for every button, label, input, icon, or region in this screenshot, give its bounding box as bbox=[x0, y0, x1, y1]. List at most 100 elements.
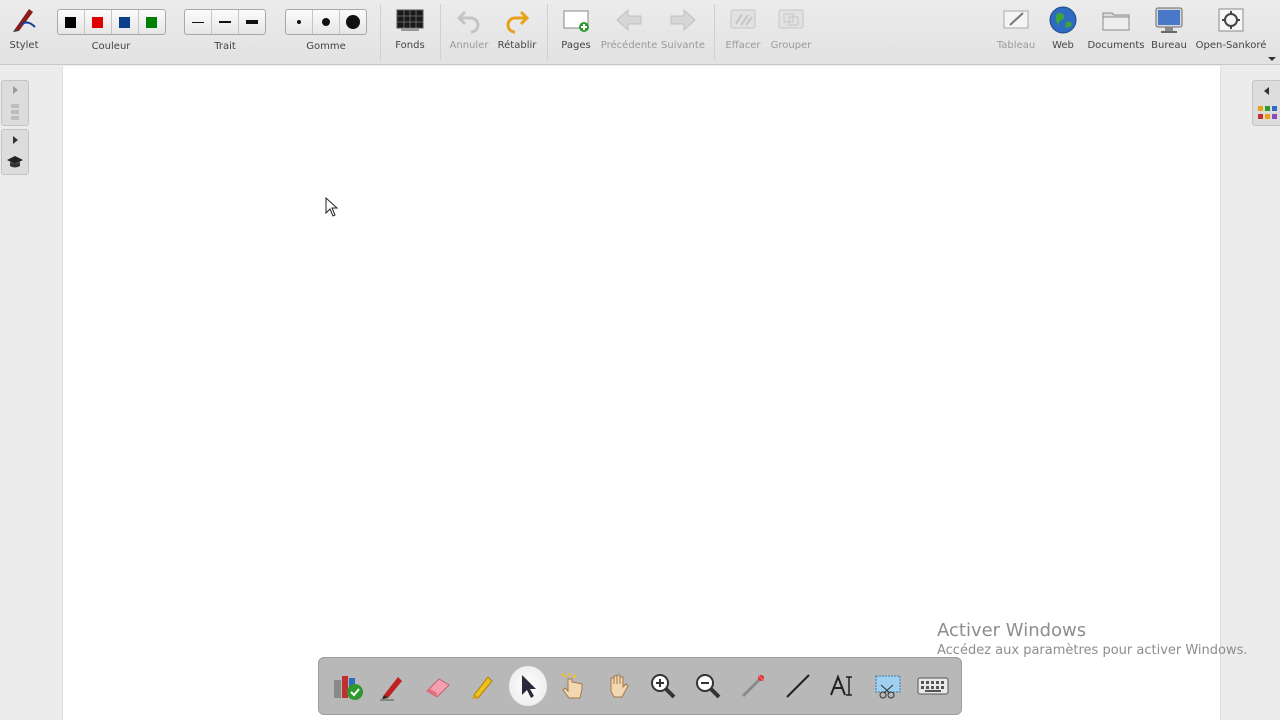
documents-button[interactable]: Documents bbox=[1087, 0, 1145, 60]
effacer-button[interactable]: Effacer bbox=[724, 0, 762, 60]
tableau-label: Tableau bbox=[996, 40, 1036, 51]
swatch-green bbox=[146, 16, 157, 28]
keyboard-tool-button[interactable] bbox=[914, 666, 952, 706]
zoom-out-tool-button[interactable] bbox=[689, 666, 727, 706]
line-icon bbox=[785, 674, 810, 698]
retablir-label: Rétablir bbox=[497, 40, 537, 51]
clear-board-icon bbox=[730, 9, 756, 29]
stylet-label: Stylet bbox=[9, 40, 39, 51]
line-tool-button[interactable] bbox=[779, 666, 817, 706]
eraser-icon bbox=[425, 678, 450, 698]
annuler-label: Annuler bbox=[449, 40, 489, 51]
documents-label: Documents bbox=[1087, 40, 1145, 51]
pages-label: Pages bbox=[561, 40, 591, 51]
color-black-button[interactable] bbox=[58, 10, 85, 34]
separator bbox=[440, 4, 441, 60]
page-thumbnails-icon bbox=[11, 104, 19, 120]
eraser-large-icon bbox=[346, 15, 360, 29]
graduation-cap-icon bbox=[7, 156, 23, 168]
color-green-button[interactable] bbox=[139, 10, 165, 34]
interact-tool-button[interactable] bbox=[554, 666, 592, 706]
grouper-button[interactable]: Grouper bbox=[770, 0, 812, 60]
pages-button[interactable]: Pages bbox=[558, 0, 594, 60]
capture-tool-button[interactable] bbox=[869, 666, 907, 706]
zoom-out-icon bbox=[695, 674, 720, 699]
open-sankore-button[interactable]: Open-Sankoré bbox=[1196, 0, 1266, 60]
highlighter-tool-button[interactable] bbox=[464, 666, 502, 706]
eraser-size-selector bbox=[285, 9, 367, 35]
stylet-icon bbox=[13, 9, 36, 32]
line-medium-button[interactable] bbox=[212, 10, 239, 34]
previous-arrow-icon bbox=[616, 8, 642, 32]
stylet-button[interactable]: Stylet bbox=[6, 0, 42, 60]
swatch-red bbox=[92, 16, 103, 28]
suivante-label: Suivante bbox=[661, 40, 705, 51]
couleur-group: Couleur bbox=[56, 0, 166, 60]
bureau-button[interactable]: Bureau bbox=[1150, 0, 1188, 60]
keyboard-icon bbox=[917, 677, 948, 695]
couleur-label: Couleur bbox=[91, 41, 131, 52]
selector-tool-button[interactable] bbox=[508, 666, 547, 706]
pen-tool-button[interactable] bbox=[374, 666, 412, 706]
library-tool-button[interactable] bbox=[329, 666, 367, 706]
pen-icon bbox=[379, 677, 402, 701]
annuler-button[interactable]: Annuler bbox=[450, 0, 488, 60]
web-button[interactable]: Web bbox=[1045, 0, 1081, 60]
gomme-group: Gomme bbox=[284, 0, 368, 60]
pages-panel-tab[interactable] bbox=[1, 80, 29, 126]
group-icon bbox=[778, 9, 804, 29]
eraser-large-button[interactable] bbox=[340, 10, 366, 34]
line-thin-button[interactable] bbox=[185, 10, 212, 34]
desktop-monitor-icon bbox=[1155, 7, 1183, 33]
separator bbox=[547, 4, 548, 60]
trait-group: Trait bbox=[183, 0, 267, 60]
windows-activation-watermark: Activer Windows Accédez aux paramètres p… bbox=[937, 620, 1248, 660]
eraser-small-icon bbox=[297, 20, 301, 24]
panel-collapse-arrow-icon bbox=[1264, 86, 1269, 95]
eraser-medium-button[interactable] bbox=[313, 10, 340, 34]
line-medium-icon bbox=[219, 21, 231, 23]
web-label: Web bbox=[1052, 40, 1074, 51]
zoom-in-icon bbox=[650, 674, 675, 699]
swatch-black bbox=[65, 16, 76, 28]
separator bbox=[714, 4, 715, 60]
tableau-button[interactable]: Tableau bbox=[996, 0, 1036, 60]
eraser-medium-icon bbox=[322, 18, 330, 26]
precedente-label: Précédente bbox=[600, 40, 658, 51]
left-panel-strip bbox=[0, 65, 55, 720]
color-selector bbox=[56, 9, 166, 35]
text-tool-button[interactable] bbox=[824, 666, 862, 706]
zoom-in-tool-button[interactable] bbox=[644, 666, 682, 706]
teacher-panel-tab[interactable] bbox=[1, 129, 29, 175]
mouse-cursor-icon bbox=[325, 196, 339, 221]
library-icon bbox=[333, 676, 363, 700]
open-sankore-label: Open-Sankoré bbox=[1195, 40, 1267, 51]
library-panel-tab[interactable] bbox=[1252, 80, 1280, 126]
color-red-button[interactable] bbox=[85, 10, 112, 34]
next-arrow-icon bbox=[670, 8, 696, 32]
bureau-label: Bureau bbox=[1151, 40, 1187, 51]
hand-tool-button[interactable] bbox=[599, 666, 637, 706]
separator bbox=[380, 4, 381, 60]
top-toolbar: Stylet Couleur Trait Gomme Fonds Annuler… bbox=[0, 0, 1280, 65]
grouper-label: Grouper bbox=[770, 40, 812, 51]
retablir-button[interactable]: Rétablir bbox=[497, 0, 537, 60]
eraser-small-button[interactable] bbox=[286, 10, 313, 34]
laser-pointer-tool-button[interactable] bbox=[734, 666, 772, 706]
line-thick-icon bbox=[246, 20, 258, 24]
watermark-title: Activer Windows bbox=[937, 620, 1087, 641]
line-width-selector bbox=[184, 9, 266, 35]
precedente-button[interactable]: Précédente bbox=[600, 0, 658, 60]
interact-icon bbox=[560, 673, 582, 699]
library-apps-icon bbox=[1258, 105, 1277, 119]
line-thick-button[interactable] bbox=[239, 10, 265, 34]
panel-expand-arrow-icon bbox=[13, 136, 18, 144]
eraser-tool-button[interactable] bbox=[419, 666, 457, 706]
suivante-button[interactable]: Suivante bbox=[661, 0, 705, 60]
color-blue-button[interactable] bbox=[112, 10, 139, 34]
fonds-button[interactable]: Fonds bbox=[392, 0, 428, 60]
background-grid-icon bbox=[396, 9, 424, 31]
add-page-icon bbox=[563, 10, 589, 32]
undo-icon bbox=[456, 10, 480, 34]
highlighter-icon bbox=[471, 676, 493, 699]
